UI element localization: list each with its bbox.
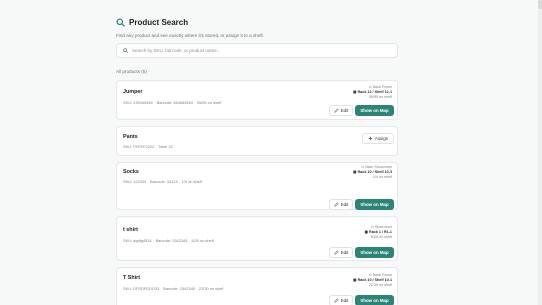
product-location: ⊙Storeroom ▦Rack 1 / R1-1 5/20 on shelf [365, 225, 392, 240]
page-title: Product Search [129, 17, 189, 27]
edit-label: Edit [340, 298, 349, 303]
pencil-icon [334, 202, 339, 207]
rack-shelf: Rack 12 / Shelf 12-1 [357, 90, 392, 94]
product-stock: 1/4 on shelf [181, 179, 202, 184]
plus-icon [368, 136, 373, 141]
product-total: Total: 22 [158, 144, 173, 149]
search-icon [116, 17, 125, 27]
page-scrollbar[interactable] [538, 0, 542, 305]
show-on-map-button[interactable]: Show on Map [355, 295, 394, 305]
rack-shelf: Rack 10 / Shelf 10-1 [357, 278, 392, 282]
product-name: Jumper [123, 89, 143, 95]
product-barcode: Barcode: 34124 [150, 179, 178, 184]
edit-button[interactable]: Edit [329, 295, 353, 305]
product-barcode: Barcode: 364564564 [156, 100, 193, 105]
product-sku: SKU: dgdfg4524 [123, 238, 152, 243]
product-meta: SKU: dgdfg4524 Barcode: 2342345 5/20 on sh… [123, 238, 214, 243]
product-meta: SKU: 235345346 Barcode: 364564564 95/95 on… [123, 100, 221, 105]
edit-button[interactable]: Edit [329, 199, 353, 210]
search-icon [123, 48, 128, 53]
rack-shelf: Rack 1 / R1-1 [369, 230, 392, 234]
edit-label: Edit [340, 108, 349, 113]
product-card-jumper: Jumper SKU: 235345346 Barcode: 364564564 9… [116, 80, 398, 120]
product-sku: SKU: DFSDFDDG33 [123, 286, 160, 291]
product-location: ⊙Back Room ▦Rack 12 / Shelf 12-1 95/95 o… [353, 85, 392, 100]
pencil-icon [334, 250, 339, 255]
product-card-t-shirt: t shirt SKU: dgdfg4524 Barcode: 2342345 5/… [116, 216, 398, 261]
location-pin-icon: ⊙ [368, 273, 372, 277]
product-stock: 95/95 on shelf [196, 100, 222, 105]
edit-label: Edit [340, 250, 349, 255]
product-barcode: Barcode: 2342345 [163, 286, 195, 291]
location-pin-icon: ⊙ [361, 165, 365, 169]
rack-stock: 1/4 on shelf [372, 175, 392, 179]
product-sku: SKU: 122343 [123, 179, 147, 184]
pencil-icon [334, 298, 339, 303]
search-box[interactable] [116, 43, 398, 58]
product-location: ⊙Back Room ▦Rack 10 / Shelf 10-1 22/30 o… [353, 273, 392, 288]
results-count: All products (5) [116, 69, 147, 74]
room-name: Back Room [372, 85, 392, 89]
scrollbar-thumb[interactable] [538, 0, 542, 9]
pencil-icon [334, 108, 339, 113]
assign-button[interactable]: Assign [362, 133, 394, 144]
product-stock: 5/20 on shelf [191, 238, 214, 243]
location-pin-icon: ⊙ [368, 85, 372, 89]
rack-stock: 95/95 on shelf [368, 95, 392, 99]
rack-shelf: Rack 10 / Shelf 10-3 [357, 170, 392, 174]
product-sku: SKU: FEFEF2222 [123, 144, 155, 149]
location-pin-icon: ⊙ [370, 225, 374, 229]
product-card-t-shirt-2: T Shirt SKU: DFSDFDDG33 Barcode: 2342345 2… [116, 267, 398, 305]
product-card-pants: Pants SKU: FEFEF2222 Total: 22 Assign [116, 126, 398, 156]
rack-icon: ▦ [353, 278, 357, 282]
product-meta: SKU: DFSDFDDG33 Barcode: 2342345 22/30 on … [123, 286, 223, 291]
product-name: Pants [123, 134, 138, 140]
edit-label: Edit [340, 202, 349, 207]
product-card-socks: Socks SKU: 122343 Barcode: 34124 1/4 on sh… [116, 162, 398, 210]
show-on-map-button[interactable]: Show on Map [355, 247, 394, 258]
product-stock: 22/30 on shelf [198, 286, 224, 291]
product-search-page: Product Search Find any product and see … [116, 15, 398, 305]
product-name: T Shirt [123, 275, 141, 281]
product-sku: SKU: 235345346 [123, 100, 153, 105]
rack-stock: 22/30 on shelf [368, 283, 392, 287]
search-input[interactable] [132, 48, 382, 53]
page-header: Product Search [116, 15, 398, 29]
show-on-map-button[interactable]: Show on Map [355, 105, 394, 116]
product-meta: SKU: 122343 Barcode: 34124 1/4 on shelf [123, 179, 202, 184]
page-subtitle: Find any product and see exactly where i… [116, 33, 264, 38]
product-name: Socks [123, 169, 139, 175]
rack-icon: ▦ [353, 90, 357, 94]
product-meta: SKU: FEFEF2222 Total: 22 [123, 144, 173, 149]
rack-icon: ▦ [364, 230, 369, 234]
room-name: Storeroom [374, 225, 392, 229]
product-name: t shirt [123, 227, 138, 233]
assign-label: Assign [374, 136, 389, 141]
edit-button[interactable]: Edit [329, 105, 353, 116]
room-name: Main Showroom [365, 165, 392, 169]
product-barcode: Barcode: 2342345 [155, 238, 188, 243]
room-name: Back Room [372, 273, 392, 277]
rack-icon: ▦ [353, 170, 357, 174]
edit-button[interactable]: Edit [329, 247, 353, 258]
product-location: ⊙Main Showroom ▦Rack 10 / Shelf 10-3 1/4… [353, 165, 392, 180]
rack-stock: 5/20 on shelf [370, 235, 392, 239]
show-on-map-button[interactable]: Show on Map [355, 199, 394, 210]
